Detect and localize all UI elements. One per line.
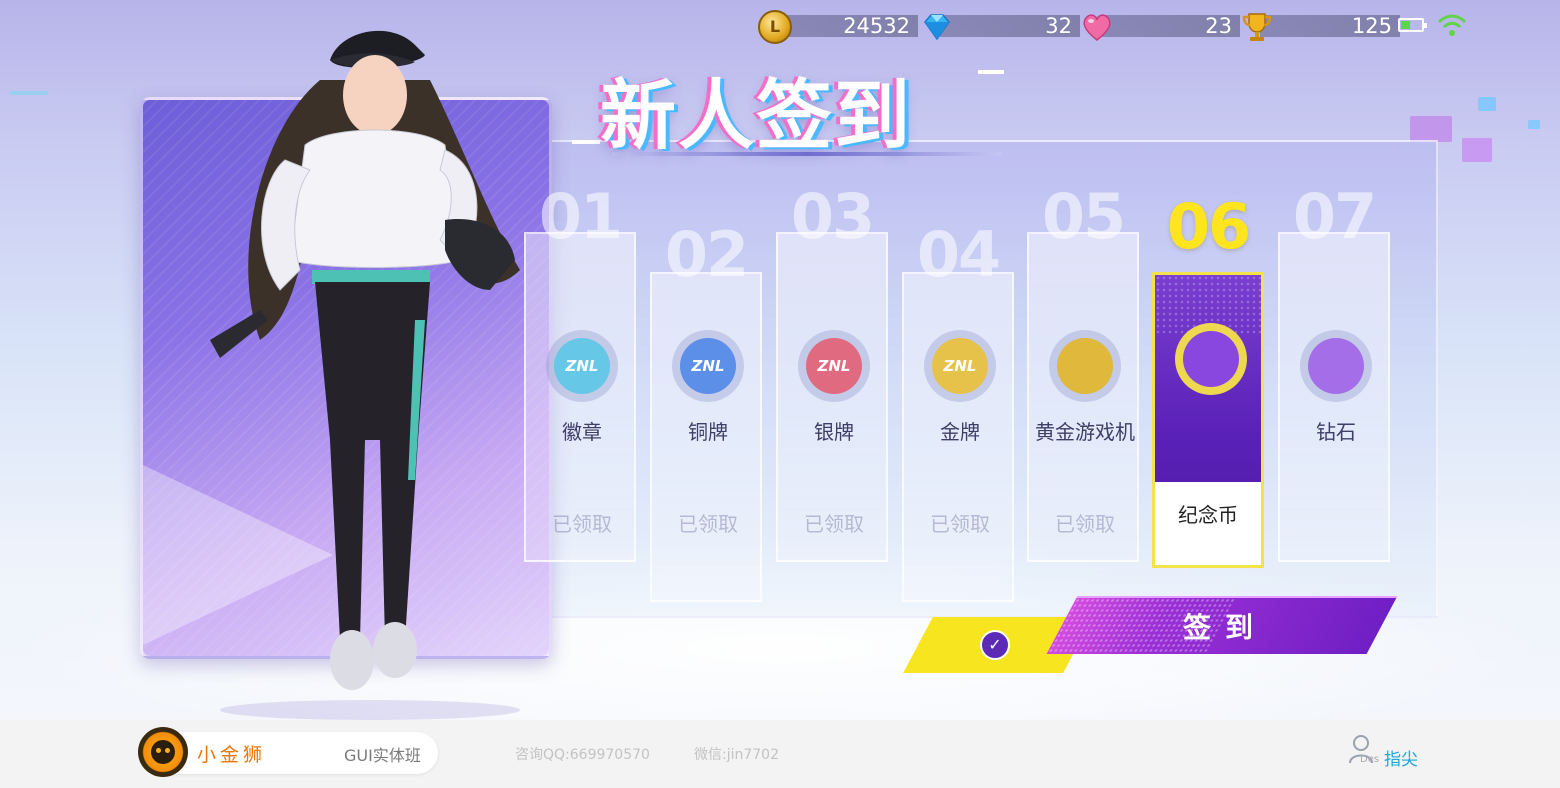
decorative-square bbox=[1462, 138, 1492, 162]
reward-icon-text bbox=[1057, 338, 1113, 394]
reward-icon-text: ZNL bbox=[806, 338, 862, 394]
bronze-medal-icon: ZNL bbox=[672, 330, 744, 402]
reward-icon-text bbox=[1308, 338, 1364, 394]
trophy-icon bbox=[1242, 13, 1272, 41]
reward-label: 铜牌 bbox=[688, 420, 728, 444]
course-name: GUI实体班 bbox=[344, 746, 421, 765]
decorative-square bbox=[1410, 116, 1452, 142]
diamond-value: 32 bbox=[940, 15, 1080, 37]
day-number: 06 bbox=[1166, 190, 1251, 263]
contact-qq: 咨询QQ:669970570 bbox=[515, 747, 650, 763]
gold-medal-icon: ZNL bbox=[924, 330, 996, 402]
reward-icon-text bbox=[1183, 331, 1239, 387]
reward-icon-text: ZNL bbox=[680, 338, 736, 394]
page-title: 新人签到 bbox=[600, 71, 912, 160]
day-card-body: 黄金游戏机 已领取 bbox=[1027, 232, 1139, 562]
sign-in-label[interactable]: 签到 bbox=[1150, 606, 1300, 646]
day-card-body: 钻石 bbox=[1278, 232, 1390, 562]
heart-icon bbox=[1083, 14, 1111, 41]
check-icon: ✓ bbox=[980, 630, 1010, 660]
day-card-body: ZNL 金牌已领取 bbox=[902, 272, 1014, 602]
commemorative-coin-icon bbox=[1175, 323, 1247, 395]
reward-label: 黄金游戏机 bbox=[1035, 420, 1135, 444]
wifi-icon bbox=[1437, 14, 1467, 36]
author-name: 指尖 bbox=[1384, 750, 1418, 770]
decorative-square bbox=[1528, 120, 1540, 129]
badge-icon: ZNL bbox=[546, 330, 618, 402]
reward-label: 纪念币 bbox=[1178, 503, 1238, 527]
diamond-rank-icon bbox=[1300, 330, 1372, 402]
gamepad-icon bbox=[1049, 330, 1121, 402]
diamond-icon bbox=[924, 14, 950, 41]
reward-icon-text: ZNL bbox=[932, 338, 988, 394]
reward-label: 钻石 bbox=[1316, 420, 1356, 444]
day-card-body: ZNL 银牌已领取 bbox=[776, 232, 888, 562]
silver-medal-icon: ZNL bbox=[798, 330, 870, 402]
coin-value: 24532 bbox=[778, 15, 918, 37]
title-decoration bbox=[572, 140, 600, 144]
brand-name: 小金狮 bbox=[197, 744, 267, 766]
trophy-value: 125 bbox=[1260, 15, 1400, 37]
reward-label: 银牌 bbox=[814, 420, 854, 444]
claimed-status: 已领取 bbox=[804, 512, 864, 536]
decorative-line bbox=[10, 91, 48, 95]
claimed-status: 已领取 bbox=[930, 512, 990, 536]
decorative-square bbox=[1478, 97, 1496, 111]
reward-label: 金牌 bbox=[940, 420, 980, 444]
claimed-status: 已领取 bbox=[1055, 512, 1115, 536]
reward-label: 徽章 bbox=[562, 420, 602, 444]
day-card-body: 纪念币 bbox=[1152, 272, 1264, 568]
reward-icon-text: ZNL bbox=[554, 338, 610, 394]
battery-icon bbox=[1398, 18, 1427, 32]
claimed-status: 已领取 bbox=[552, 512, 612, 536]
title-underline bbox=[612, 152, 1002, 156]
character-illustration bbox=[210, 30, 520, 720]
contact-wechat: 微信:jin7702 bbox=[694, 747, 779, 763]
day-card-body: ZNL 徽章已领取 bbox=[524, 232, 636, 562]
lion-logo bbox=[138, 727, 188, 777]
footer-bar: 小金狮 GUI实体班 咨询QQ:669970570 微信:jin7702 Des… bbox=[0, 720, 1560, 788]
day-card-body: ZNL 铜牌已领取 bbox=[650, 272, 762, 602]
claimed-status: 已领取 bbox=[678, 512, 738, 536]
title-decoration bbox=[978, 70, 1004, 74]
coin-icon: L bbox=[758, 10, 792, 44]
author-des: Des bbox=[1360, 754, 1380, 765]
heart-value: 23 bbox=[1100, 15, 1240, 37]
